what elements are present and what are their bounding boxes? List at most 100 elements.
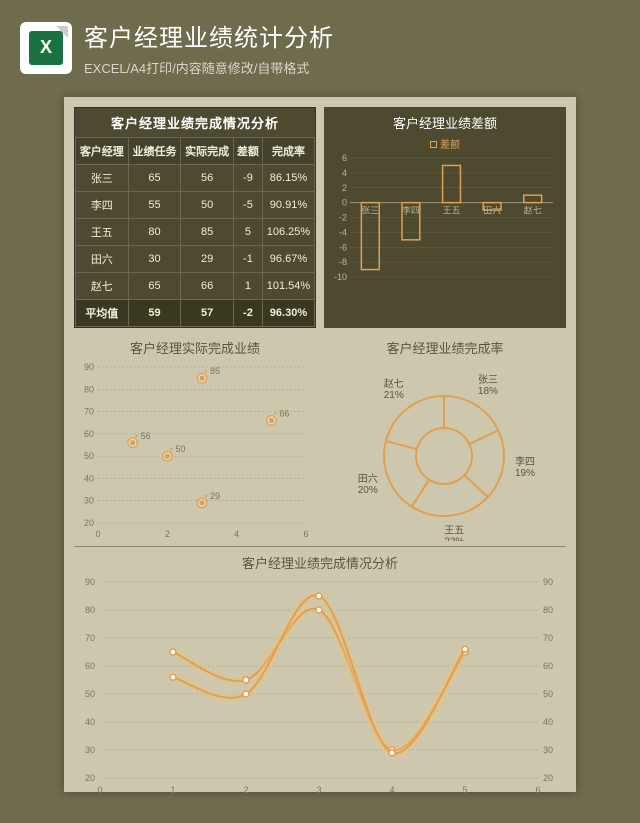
svg-text:-2: -2	[339, 213, 347, 223]
svg-text:田六: 田六	[358, 473, 378, 485]
svg-text:29: 29	[210, 491, 220, 501]
svg-text:50: 50	[543, 689, 553, 699]
table-card: 客户经理业绩完成情况分析 客户经理业绩任务实际完成差额完成率 张三6556-98…	[74, 107, 316, 328]
table-cell: 56	[181, 165, 234, 192]
table-cell: 田六	[76, 246, 129, 273]
svg-text:4: 4	[389, 785, 394, 795]
svg-text:李四: 李四	[402, 205, 420, 216]
svg-text:赵七: 赵七	[524, 205, 542, 216]
table-header: 完成率	[262, 138, 314, 165]
svg-text:80: 80	[85, 605, 95, 615]
table-cell: 86.15%	[262, 165, 314, 192]
table-row: 赵七65661101.54%	[76, 273, 315, 300]
table-summary-row: 平均值5957-296.30%	[76, 300, 315, 327]
svg-text:田六: 田六	[483, 205, 501, 216]
donut-title: 客户经理业绩完成率	[324, 338, 566, 357]
performance-table: 客户经理业绩任务实际完成差额完成率 张三6556-986.15%李四5550-5…	[75, 137, 315, 327]
svg-text:王五: 王五	[444, 525, 464, 536]
svg-text:20%: 20%	[358, 485, 378, 496]
donut-chart: 张三18%李四19%王五22%田六20%赵七21%	[324, 361, 564, 541]
svg-text:50: 50	[175, 444, 185, 454]
table-cell: 96.30%	[262, 300, 314, 327]
bar-chart: -10-8-6-4-20246张三李四王五田六赵七	[330, 153, 558, 295]
page-subtitle: EXCEL/A4打印/内容随意修改/自带格式	[84, 58, 334, 77]
table-cell: 57	[181, 300, 234, 327]
table-cell: -2	[233, 300, 262, 327]
svg-text:21%: 21%	[384, 390, 404, 401]
svg-text:80: 80	[84, 384, 94, 394]
svg-text:张三: 张三	[361, 206, 379, 216]
table-cell: 65	[128, 165, 181, 192]
bar-chart-legend: 差额	[330, 136, 560, 151]
legend-label: 差额	[440, 140, 460, 151]
svg-text:20: 20	[543, 773, 553, 783]
svg-text:60: 60	[543, 661, 553, 671]
svg-text:30: 30	[85, 745, 95, 755]
svg-text:40: 40	[84, 473, 94, 483]
svg-text:50: 50	[84, 451, 94, 461]
table-header: 差额	[233, 138, 262, 165]
svg-text:6: 6	[535, 785, 540, 795]
svg-text:66: 66	[279, 408, 289, 418]
table-cell: 85	[181, 219, 234, 246]
svg-text:70: 70	[84, 407, 94, 417]
svg-text:18%: 18%	[478, 386, 498, 397]
svg-text:3: 3	[316, 785, 321, 795]
svg-text:张三: 张三	[478, 374, 498, 386]
svg-text:30: 30	[84, 496, 94, 506]
svg-text:王五: 王五	[442, 206, 460, 216]
svg-text:李四: 李四	[515, 455, 535, 468]
table-cell: 101.54%	[262, 273, 314, 300]
table-header: 客户经理	[76, 138, 129, 165]
svg-text:80: 80	[543, 605, 553, 615]
table-cell: 5	[233, 219, 262, 246]
table-title: 客户经理业绩完成情况分析	[75, 108, 315, 137]
donut-card: 客户经理业绩完成率 张三18%李四19%王五22%田六20%赵七21%	[324, 338, 566, 538]
table-cell: -1	[233, 246, 262, 273]
table-cell: -5	[233, 192, 262, 219]
svg-text:60: 60	[85, 661, 95, 671]
svg-text:2: 2	[342, 183, 347, 193]
svg-text:0: 0	[342, 198, 347, 208]
svg-text:70: 70	[85, 633, 95, 643]
document-page: 客户经理业绩完成情况分析 客户经理业绩任务实际完成差额完成率 张三6556-98…	[64, 97, 576, 792]
header: X 客户经理业绩统计分析 EXCEL/A4打印/内容随意修改/自带格式	[0, 0, 640, 91]
scatter-title: 客户经理实际完成业绩	[74, 338, 316, 357]
page-title: 客户经理业绩统计分析	[84, 18, 334, 53]
svg-text:-4: -4	[339, 227, 347, 237]
svg-text:4: 4	[234, 529, 239, 539]
page-fold-icon	[56, 26, 68, 38]
excel-icon: X	[20, 22, 72, 74]
svg-text:-8: -8	[339, 257, 347, 267]
svg-text:90: 90	[543, 577, 553, 587]
table-row: 张三6556-986.15%	[76, 165, 315, 192]
line-chart: 202030304040505060607070808090900123456	[74, 574, 564, 798]
scatter-card: 客户经理实际完成业绩 20304050607080900246565085296…	[74, 338, 316, 538]
title-block: 客户经理业绩统计分析 EXCEL/A4打印/内容随意修改/自带格式	[84, 18, 334, 77]
svg-text:30: 30	[543, 745, 553, 755]
svg-text:70: 70	[543, 633, 553, 643]
table-header: 实际完成	[181, 138, 234, 165]
svg-text:6: 6	[303, 529, 308, 539]
table-header: 业绩任务	[128, 138, 181, 165]
svg-text:60: 60	[84, 429, 94, 439]
svg-text:-10: -10	[334, 272, 347, 282]
svg-text:-6: -6	[339, 242, 347, 252]
svg-text:4: 4	[342, 168, 347, 178]
svg-text:赵七: 赵七	[384, 377, 404, 390]
table-cell: 张三	[76, 165, 129, 192]
svg-text:0: 0	[97, 785, 102, 795]
table-cell: 30	[128, 246, 181, 273]
table-cell: 96.67%	[262, 246, 314, 273]
bar-chart-title: 客户经理业绩差额	[330, 113, 560, 132]
table-cell: 李四	[76, 192, 129, 219]
table-cell: 50	[181, 192, 234, 219]
table-cell: 106.25%	[262, 219, 314, 246]
table-cell: 赵七	[76, 273, 129, 300]
svg-text:90: 90	[84, 362, 94, 372]
line-chart-card: 客户经理业绩完成情况分析 202030304040505060607070808…	[74, 546, 566, 798]
table-cell: 59	[128, 300, 181, 327]
svg-text:22%: 22%	[444, 536, 464, 541]
svg-text:50: 50	[85, 689, 95, 699]
table-cell: 80	[128, 219, 181, 246]
